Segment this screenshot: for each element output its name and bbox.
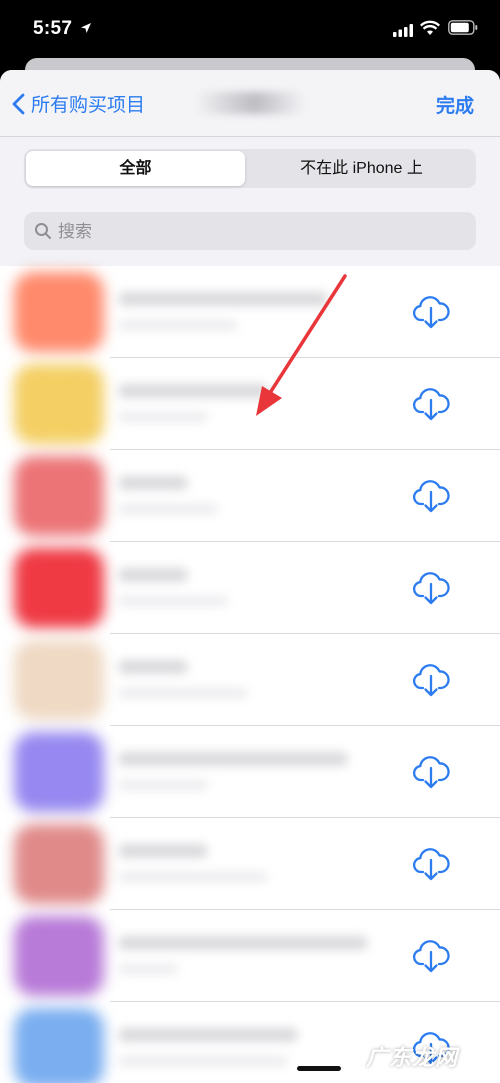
list-item[interactable] [0,542,500,634]
list-item[interactable] [0,726,500,818]
app-subtitle-blurred [118,1056,288,1066]
app-subtitle-blurred [118,688,248,698]
app-name-blurred [118,292,328,306]
cloud-download-icon [412,480,450,513]
cloud-download-button[interactable] [410,934,452,976]
app-subtitle-blurred [118,780,208,790]
chevron-left-icon [12,93,25,114]
app-subtitle-blurred [118,320,238,330]
navigation-bar: 所有购买项目 完成 [0,70,500,137]
cloud-download-button[interactable] [410,290,452,332]
app-icon [14,916,104,996]
cloud-download-button[interactable] [410,842,452,884]
purchased-apps-list [0,266,500,1083]
status-bar: 5:57 [0,0,500,60]
search-input[interactable] [56,212,460,252]
cloud-download-icon [412,296,450,329]
filter-segmented-control: 全部 不在此 iPhone 上 [24,149,476,188]
done-button[interactable]: 完成 [436,91,474,118]
segment-all[interactable]: 全部 [26,151,245,186]
app-icon [14,1008,104,1083]
list-item[interactable] [0,634,500,726]
cloud-download-button[interactable] [410,474,452,516]
list-item[interactable] [0,450,500,542]
cloud-download-button[interactable] [410,658,452,700]
app-icon [14,732,104,812]
watermark: 广东龙网 [366,1045,459,1070]
list-item[interactable] [0,358,500,450]
cloud-download-icon [412,388,450,421]
location-arrow-icon [81,23,91,33]
app-icon [14,364,104,444]
home-indicator [297,1066,341,1071]
list-item[interactable] [0,910,500,1002]
cellular-signal-icon [393,24,413,37]
app-name-blurred [118,752,348,766]
app-subtitle-blurred [118,504,218,514]
segment-not-on-this-iphone[interactable]: 不在此 iPhone 上 [249,151,474,186]
app-name-blurred [118,384,268,398]
app-name-blurred [118,476,188,490]
cloud-download-icon [412,940,450,973]
app-subtitle-blurred [118,596,228,606]
cloud-download-button[interactable] [410,566,452,608]
wifi-icon [420,20,440,35]
app-icon [14,456,104,536]
app-name-blurred [118,660,188,674]
app-icon [14,824,104,904]
app-name-blurred [118,568,188,582]
cloud-download-icon [412,572,450,605]
battery-icon [448,20,478,35]
status-time: 5:57 [33,18,73,39]
app-name-blurred [118,1028,298,1042]
back-button-label: 所有购买项目 [31,95,146,116]
purchased-apps-sheet: 所有购买项目 完成 全部 不在此 iPhone 上 [0,70,500,1083]
search-bar [24,212,476,252]
cloud-download-button[interactable] [410,750,452,792]
app-subtitle-blurred [118,872,268,882]
app-subtitle-blurred [118,964,178,974]
app-icon [14,272,104,352]
cloud-download-icon [412,756,450,789]
app-name-blurred [118,936,368,950]
cloud-download-icon [412,848,450,881]
app-subtitle-blurred [118,412,208,422]
app-name-blurred [118,844,208,858]
back-button[interactable]: 所有购买项目 [12,90,145,117]
search-icon [35,223,51,239]
cloud-download-button[interactable] [410,382,452,424]
app-icon [14,640,104,720]
app-icon [14,548,104,628]
list-item[interactable] [0,818,500,910]
list-item[interactable] [0,266,500,358]
account-name-blurred [195,92,305,114]
cloud-download-icon [412,664,450,697]
